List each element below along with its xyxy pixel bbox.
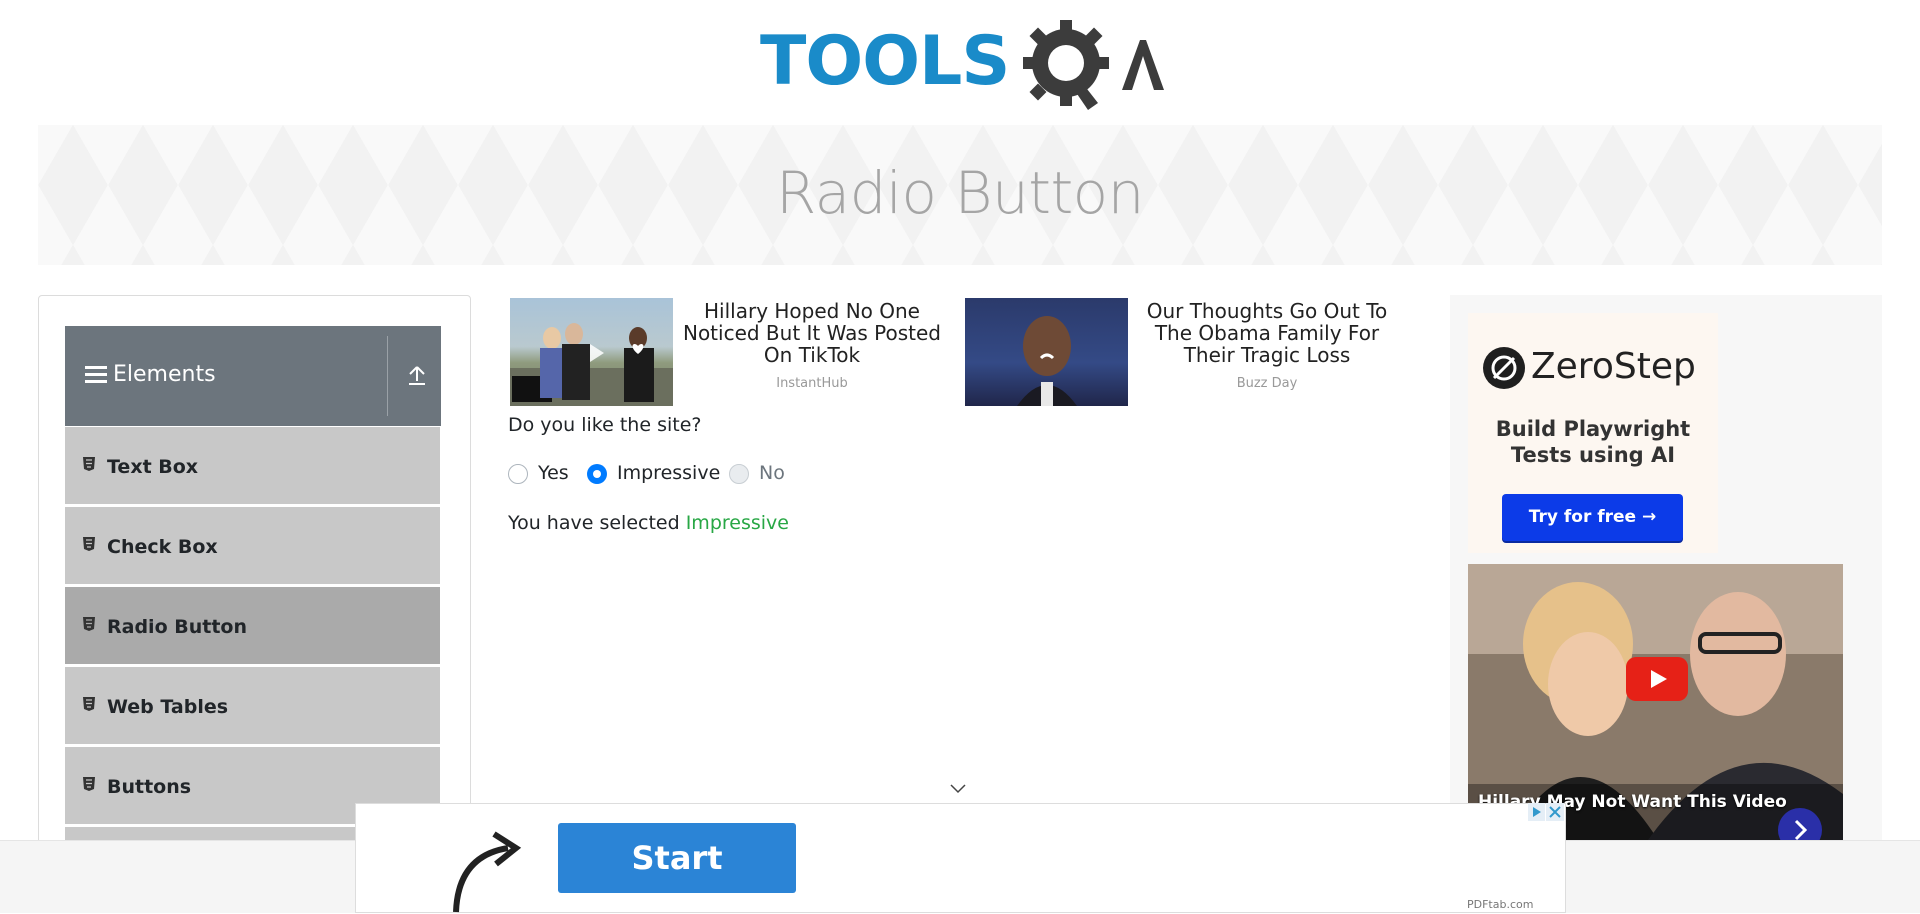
ad-source: InstantHub (776, 376, 848, 391)
try-for-free-button[interactable]: Try for free → (1502, 494, 1683, 541)
zerostep-brand: ZeroStep (1531, 346, 1696, 387)
selection-result: You have selected Impressive (508, 512, 789, 534)
sidebar-item-web-tables[interactable]: Web Tables (65, 666, 440, 744)
sidebar-item-label: Text Box (107, 456, 199, 478)
ad-thumbnail[interactable] (965, 298, 1128, 406)
radio-no-label: No (759, 462, 785, 484)
radio-impressive-input[interactable] (587, 464, 607, 484)
html5-icon (83, 537, 95, 551)
radio-impressive[interactable]: Impressive (587, 462, 720, 486)
html5-icon (83, 457, 95, 471)
ad-source-label: PDFtab.com (1467, 898, 1534, 911)
chevron-down-icon[interactable] (950, 784, 966, 794)
collapse-up-icon[interactable] (407, 364, 427, 386)
sidebar-item-label: Check Box (107, 536, 218, 558)
html5-icon (83, 777, 95, 791)
radio-impressive-label[interactable]: Impressive (617, 462, 720, 484)
nav-group-elements[interactable]: Elements (65, 326, 441, 426)
play-icon[interactable] (1626, 657, 1688, 701)
sidebar-item-label: Radio Button (107, 616, 247, 638)
ad-source: Buzz Day (1236, 376, 1298, 391)
sidebar-item-label: Web Tables (107, 696, 229, 718)
result-prefix: You have selected (508, 512, 686, 534)
html5-icon (83, 697, 95, 711)
ad-image (1017, 316, 1077, 406)
page-title: Radio Button (776, 159, 1144, 227)
header-divider (387, 336, 388, 416)
radio-yes[interactable]: Yes (508, 462, 598, 486)
logo-text: TOOLS (760, 22, 1010, 101)
sidebar-item-check-box[interactable]: Check Box (65, 506, 440, 584)
nav-group-title: Elements (113, 362, 216, 387)
question-text: Do you like the site? (508, 414, 702, 436)
html5-icon (83, 617, 95, 631)
sidebar-item-label: Buttons (107, 776, 192, 798)
start-button[interactable]: Start (558, 823, 796, 893)
ad-headline[interactable]: Hillary Hoped No One Noticed But It Was … (678, 300, 946, 366)
bottom-ad-banner[interactable] (355, 803, 1566, 913)
radio-no-input (729, 464, 749, 484)
radio-yes-label[interactable]: Yes (538, 462, 569, 484)
ad-headline[interactable]: Our Thoughts Go Out To The Obama Family … (1133, 300, 1401, 366)
curved-arrow-icon (453, 831, 522, 913)
adchoices-close-icon[interactable] (1528, 803, 1564, 821)
ad-image (510, 323, 673, 406)
zerostep-logo-icon (1483, 347, 1525, 389)
zerostep-tagline: Build Playwright Tests using AI (1495, 417, 1691, 467)
radio-no: No (729, 462, 799, 486)
menu-icon (85, 366, 107, 387)
result-value: Impressive (685, 512, 789, 534)
gear-magnifier-icon (1023, 20, 1164, 110)
ad-thumbnail[interactable] (510, 298, 673, 406)
toolsqa-logo[interactable]: TOOLS (760, 18, 1165, 113)
page-banner: Radio Button (38, 125, 1882, 265)
sidebar-item-radio-button[interactable]: Radio Button (65, 586, 440, 664)
sidebar-item-text-box[interactable]: Text Box (65, 426, 440, 504)
radio-yes-input[interactable] (508, 464, 528, 484)
